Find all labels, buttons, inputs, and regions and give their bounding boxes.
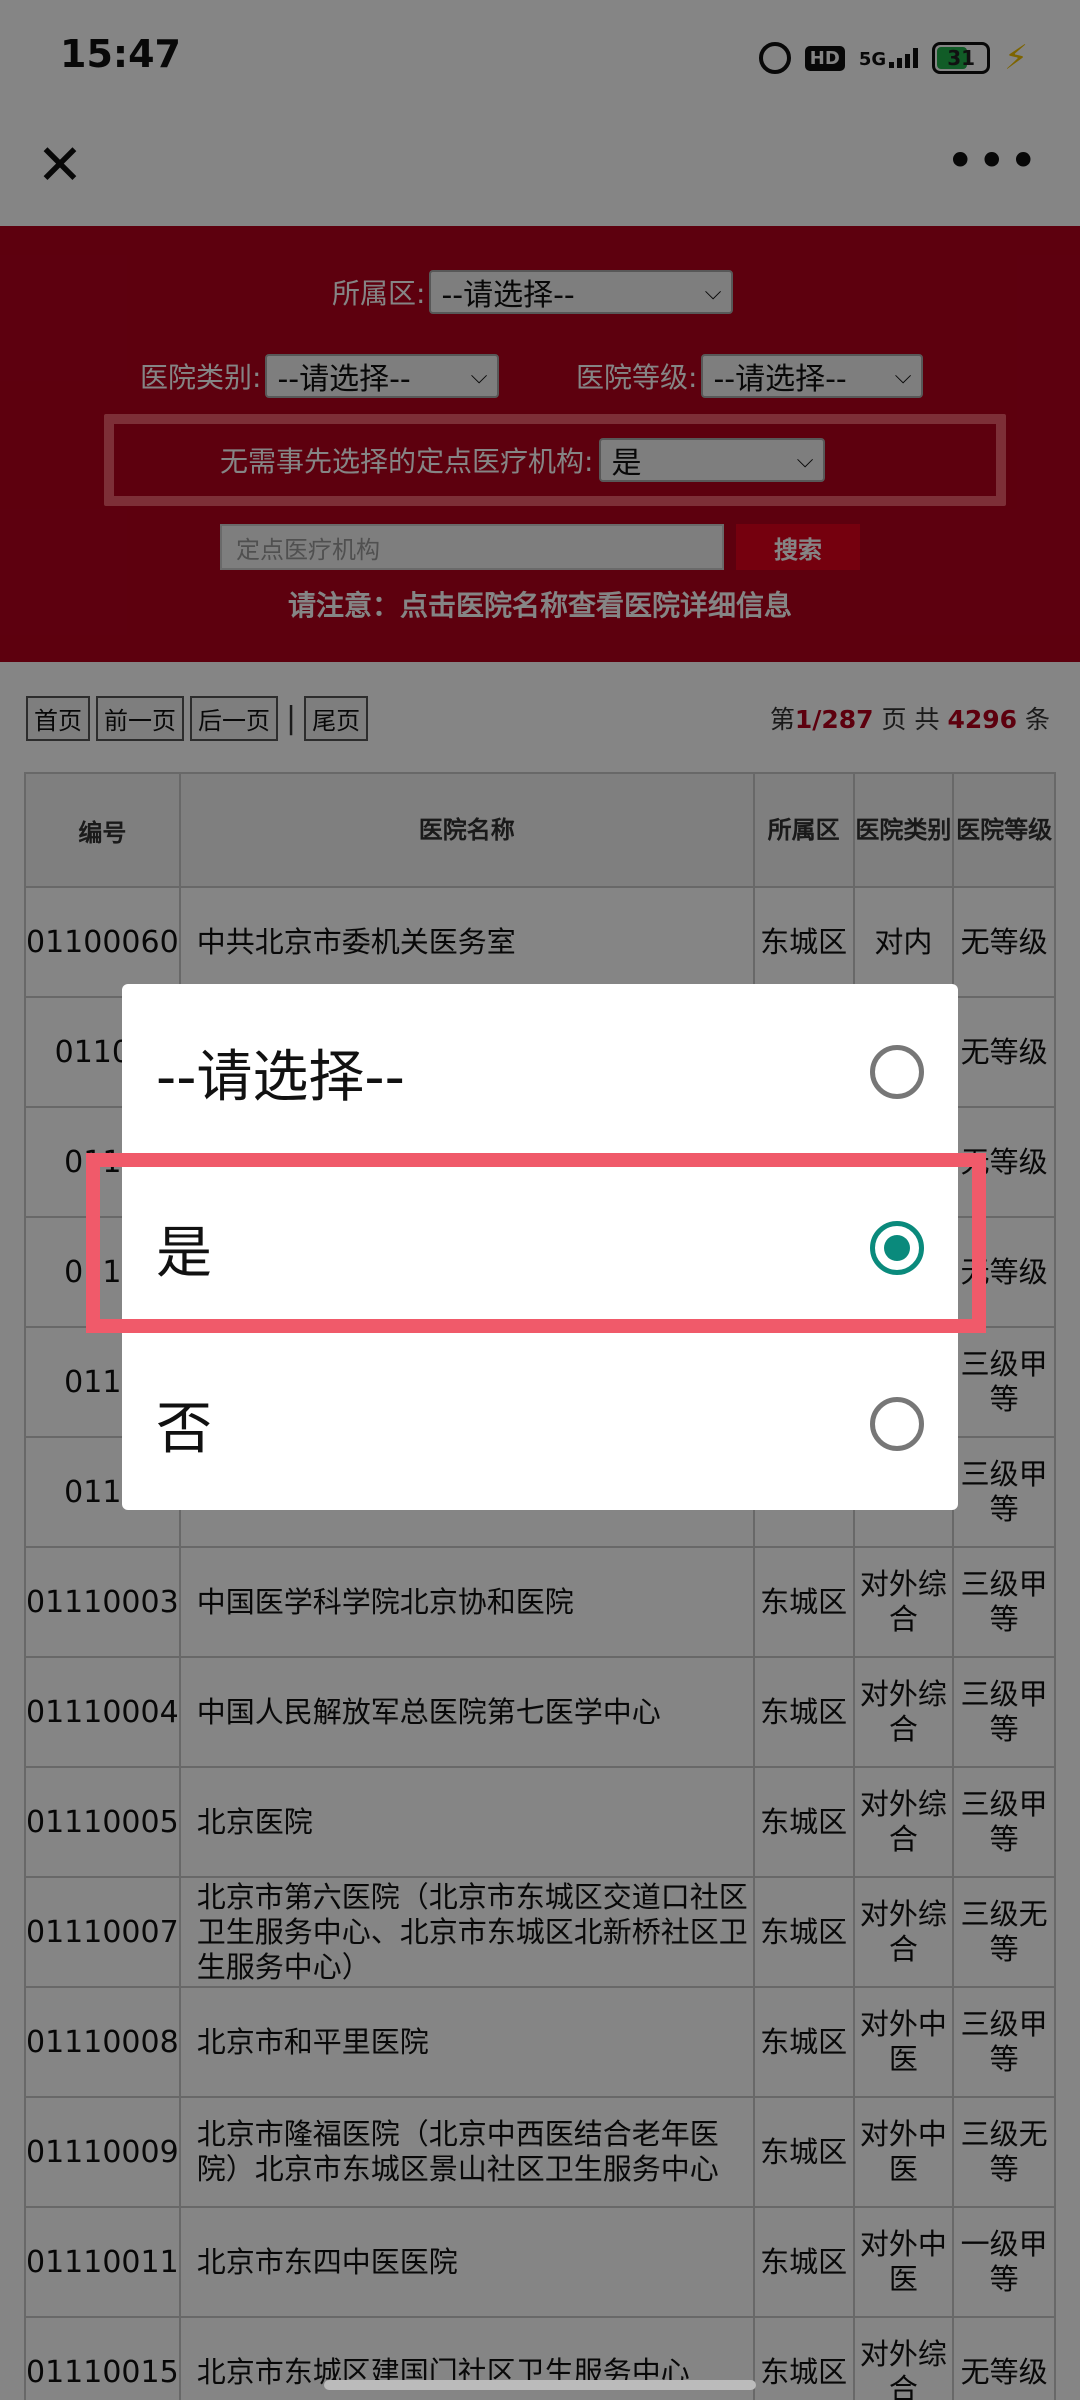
radio-unchecked-icon[interactable] [870, 1397, 924, 1451]
battery-icon: 31 [932, 42, 991, 74]
option-label: 否 [156, 1396, 212, 1462]
highlight-box [86, 1153, 986, 1333]
battery-level: 31 [947, 46, 976, 70]
option-label: --请选择-- [156, 1044, 405, 1110]
option-placeholder[interactable]: --请选择-- [122, 984, 958, 1160]
option-no[interactable]: 否 [122, 1336, 958, 1512]
radio-unchecked-icon[interactable] [870, 1045, 924, 1099]
home-indicator[interactable] [324, 2380, 756, 2390]
